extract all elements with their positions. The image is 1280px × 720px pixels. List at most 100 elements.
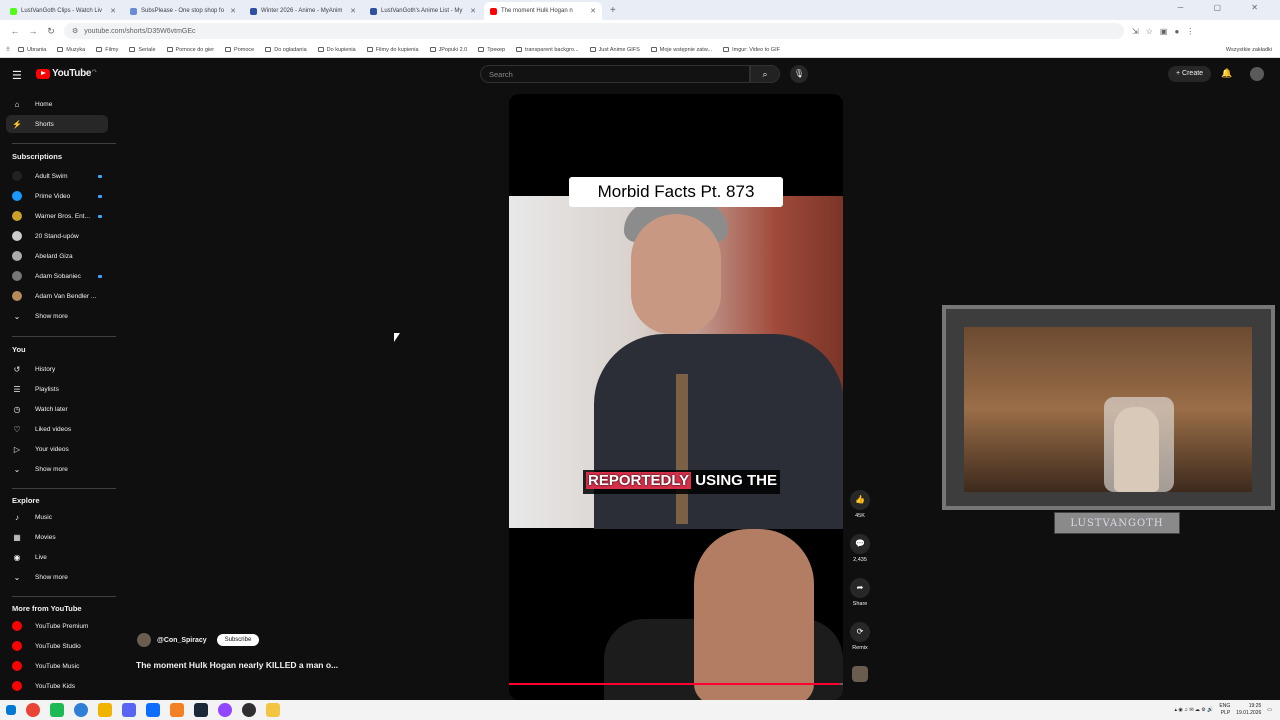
bookmark-item[interactable]: Imgur: Video to GIF <box>723 47 780 53</box>
sidebar-item-subscription[interactable]: Prime Video <box>6 187 108 205</box>
tray-icons[interactable]: ▴ ◉ ♫ ✉ ☁ ⚙ 🔊 <box>1175 707 1214 713</box>
sidebar-item-history[interactable]: ↺ History <box>6 360 108 378</box>
subscriptions-heading[interactable]: Subscriptions <box>12 152 62 161</box>
app-blue-icon[interactable] <box>146 703 160 717</box>
sidebar-item-subscription[interactable]: Warner Bros. Ent... <box>6 207 108 225</box>
remix-action[interactable]: ⟳ Remix <box>845 622 875 651</box>
bookmark-item[interactable]: JPopuki 2.0 <box>429 47 467 53</box>
more-from-youtube-heading[interactable]: More from YouTube <box>12 604 82 613</box>
channel-avatar[interactable] <box>137 633 151 647</box>
url-field[interactable]: ⚙ youtube.com/shorts/D35W6vtmGEc <box>64 23 1124 39</box>
app-green-icon[interactable] <box>50 703 64 717</box>
all-bookmarks[interactable]: Wszystkie zakładki <box>1226 47 1272 53</box>
you-heading[interactable]: You <box>12 345 26 354</box>
comment-action[interactable]: 💬 2,435 <box>845 534 875 563</box>
tab-close-icon[interactable]: ✕ <box>346 7 356 15</box>
remix-icon[interactable]: ⟳ <box>850 622 870 642</box>
install-icon[interactable]: ⇲ <box>1132 27 1139 36</box>
sidebar-item-show-more[interactable]: ⌄ Show more <box>6 307 108 325</box>
like-icon[interactable]: 👍 <box>850 490 870 510</box>
channel-name[interactable]: @Con_Spiracy <box>157 637 207 644</box>
tab-close-icon[interactable]: ✕ <box>466 7 476 15</box>
bookmark-item[interactable]: transparent backgro... <box>516 47 579 53</box>
video-title[interactable]: The moment Hulk Hogan nearly KILLED a ma… <box>136 660 338 670</box>
short-caption: REPORTEDLY USING THE <box>583 470 780 494</box>
bookmark-star-icon[interactable]: ☆ <box>1146 27 1153 36</box>
tab-label: The moment Hulk Hogan n <box>501 8 573 14</box>
bookmark-item[interactable]: Moje wstępnie zatw... <box>650 47 712 53</box>
bookmark-item[interactable]: Трекер <box>478 47 505 53</box>
bookmark-item[interactable]: Pomoce <box>225 47 254 53</box>
bookmark-item[interactable]: Just Anime GIFS <box>589 47 640 53</box>
menu-dots-icon[interactable]: ⋮ <box>1186 27 1194 36</box>
browser-tab[interactable]: The moment Hulk Hogan n ✕ <box>484 2 602 20</box>
search-icon[interactable]: ⌕ <box>750 65 780 83</box>
window-controls[interactable]: ─ ▢ ✕ <box>1178 3 1272 12</box>
sidebar-item-watch-later[interactable]: ◷ Watch later <box>6 400 108 418</box>
sidebar-item-subscription[interactable]: Adult Swim <box>6 167 108 185</box>
share-action[interactable]: ➦ Share <box>845 578 875 607</box>
create-button[interactable]: + Create <box>1168 66 1212 82</box>
sidebar-item-label: Show more <box>35 465 68 473</box>
share-icon[interactable]: ➦ <box>850 578 870 598</box>
clock[interactable]: 19:25 19.01.2026 <box>1236 703 1261 717</box>
tab-close-icon[interactable]: ✕ <box>586 7 596 15</box>
browser-tab[interactable]: SubsPlease - One stop shop fo ✕ <box>124 2 242 20</box>
explore-heading[interactable]: Explore <box>12 496 40 505</box>
subscribe-button[interactable]: Subscribe <box>216 634 260 646</box>
sidebar-item-subscription[interactable]: Adam Sobaniec <box>6 267 108 285</box>
mic-icon[interactable]: 🎙 <box>790 65 808 83</box>
bell-icon[interactable]: 🔔 <box>1221 68 1232 79</box>
browser-tab[interactable]: LustVanGoth's Anime List - My ✕ <box>364 2 482 20</box>
sidebar-item-youtube-music[interactable]: YouTube Music <box>6 657 108 675</box>
bookmark-item[interactable]: Do kupienia <box>317 47 356 53</box>
sidebar-item-youtube-kids[interactable]: YouTube Kids <box>6 677 108 695</box>
search-input[interactable]: Search <box>480 65 750 83</box>
sound-thumbnail-icon[interactable] <box>852 666 868 682</box>
sidebar-item-label: Home <box>35 100 53 108</box>
folder-icon <box>166 47 173 52</box>
sidebar-item-subscription[interactable]: Adam Van Bendler ... <box>6 287 108 305</box>
sidebar-item-subscription[interactable]: Abelard Giza <box>6 247 108 265</box>
extension-icon[interactable]: ▣ <box>1160 27 1168 36</box>
edge-icon[interactable] <box>74 703 88 717</box>
obs-icon[interactable] <box>242 703 256 717</box>
new-tab-button[interactable]: + <box>610 2 616 20</box>
sidebar-item-subscription[interactable]: 20 Stand-upów <box>6 227 108 245</box>
sidebar-item-playlists[interactable]: ☰ Playlists <box>6 380 108 398</box>
sidebar-item-movies[interactable]: ▦ Movies <box>6 528 108 546</box>
steam-icon[interactable] <box>194 703 208 717</box>
sidebar-item-youtube-studio[interactable]: YouTube Studio <box>6 637 108 655</box>
bookmark-item[interactable]: Filmy do kupienia <box>366 47 419 53</box>
bookmark-item[interactable]: Do ogladania <box>265 47 307 53</box>
sidebar-item-youtube-premium[interactable]: YouTube Premium <box>6 617 108 635</box>
tab-close-icon[interactable]: ✕ <box>226 7 236 15</box>
sidebar-item-shorts[interactable]: ⚡ Shorts <box>6 115 108 133</box>
notification-icon[interactable]: ▭ <box>1267 707 1272 713</box>
windows-start-icon[interactable] <box>6 705 16 715</box>
app-purple-icon[interactable] <box>218 703 232 717</box>
discord-icon[interactable] <box>122 703 136 717</box>
bookmark-item[interactable]: Pomoce do gier <box>166 47 214 53</box>
avatar[interactable] <box>1250 67 1264 81</box>
browser-tab[interactable]: Winter 2026 - Anime - MyAnim ✕ <box>244 2 362 20</box>
chrome-icon[interactable] <box>26 703 40 717</box>
lang-indicator[interactable]: ENG PLP <box>1219 703 1230 717</box>
sidebar-item-home[interactable]: ⌂ Home <box>6 95 108 113</box>
video-progress-bar[interactable] <box>509 683 843 685</box>
app-yellow-icon[interactable] <box>98 703 112 717</box>
comment-icon[interactable]: 💬 <box>850 534 870 554</box>
vlc-icon[interactable] <box>170 703 184 717</box>
sidebar-item-live[interactable]: ◉ Live <box>6 548 108 566</box>
file-explorer-icon[interactable] <box>266 703 280 717</box>
profile-icon[interactable]: ● <box>1174 27 1179 36</box>
sound-action[interactable] <box>845 666 875 682</box>
sidebar-item-your-videos[interactable]: ▷ Your videos <box>6 440 108 458</box>
sidebar-item-show-more[interactable]: ⌄ Show more <box>6 568 108 586</box>
sidebar-item-music[interactable]: ♪ Music <box>6 508 108 526</box>
sidebar-item-show-more[interactable]: ⌄ Show more <box>6 460 108 478</box>
sidebar-item-liked-videos[interactable]: ♡ Liked videos <box>6 420 108 438</box>
like-action[interactable]: 👍 45K <box>845 490 875 519</box>
short-video-player[interactable]: Morbid Facts Pt. 873 REPORTEDLY USING TH… <box>509 94 843 700</box>
bookmark-item[interactable]: Seriale <box>129 47 156 53</box>
